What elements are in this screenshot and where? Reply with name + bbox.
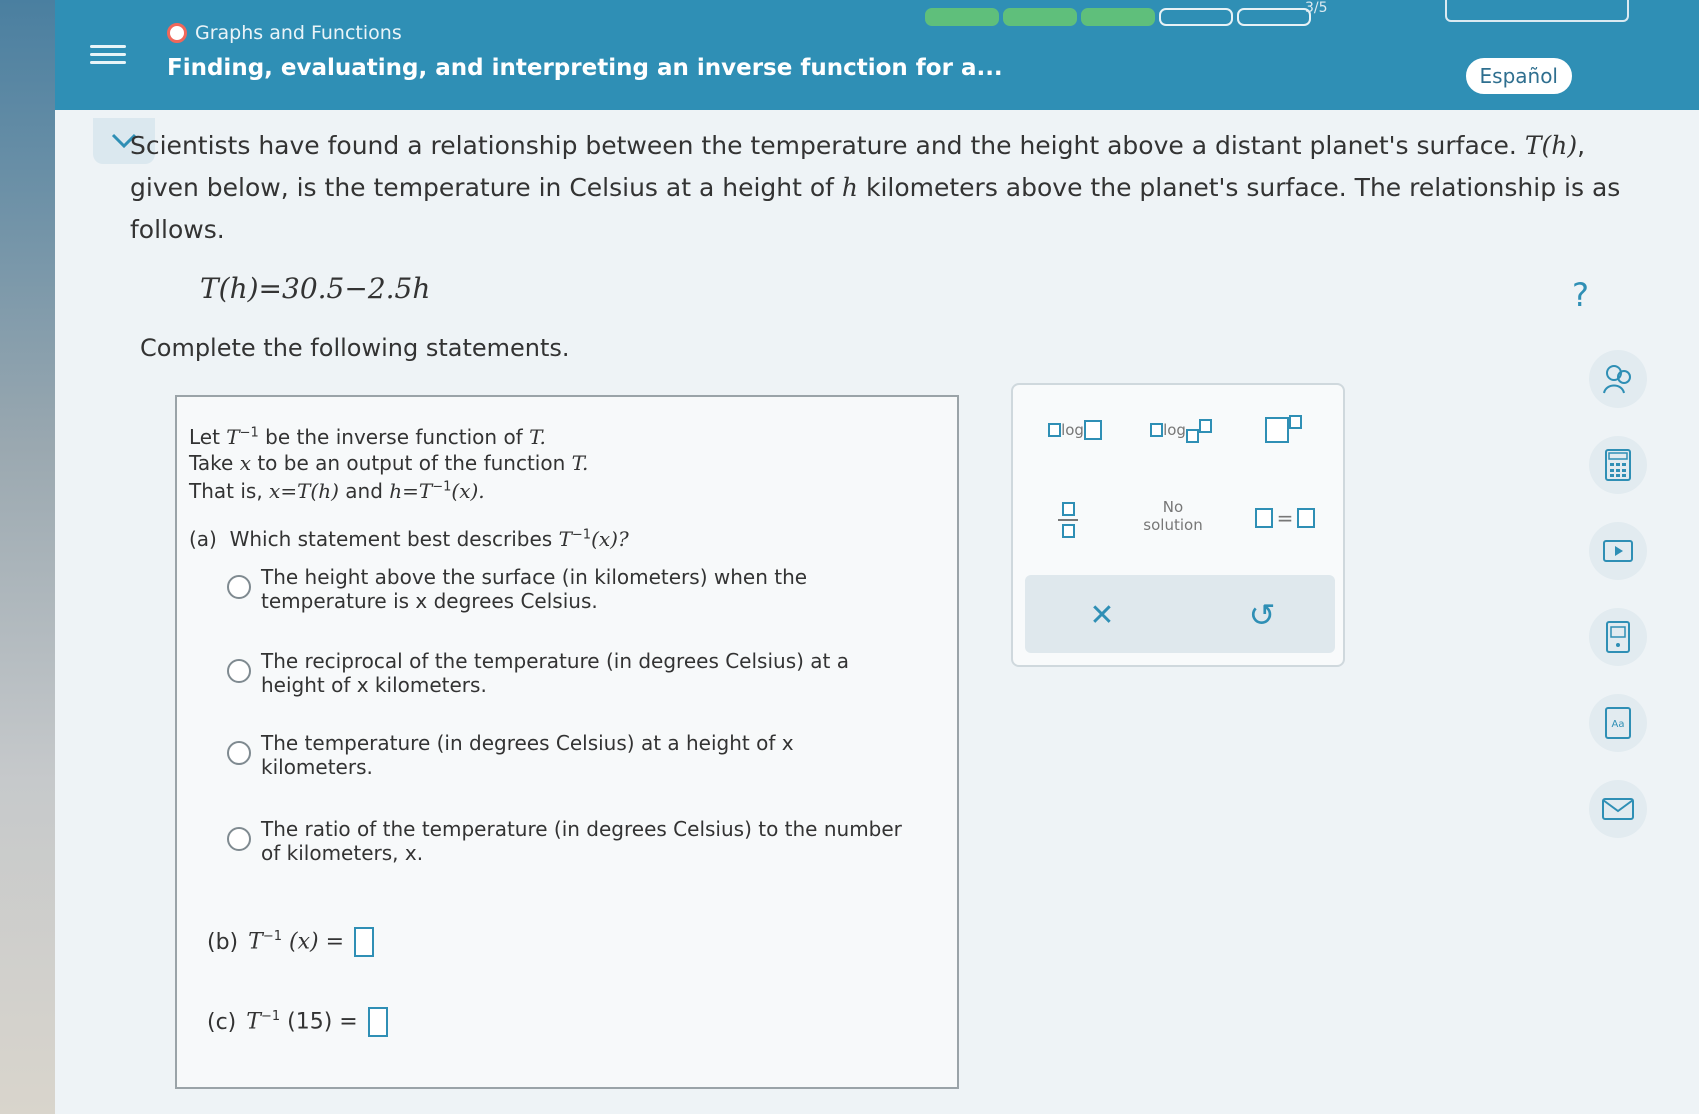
no-solution-label: No bbox=[1162, 498, 1184, 516]
option-reciprocal[interactable]: The reciprocal of the temperature (in de… bbox=[227, 649, 907, 697]
topic-status-icon bbox=[167, 23, 187, 43]
option-label: The ratio of the temperature (in degrees… bbox=[261, 817, 902, 865]
placeholder-box-icon bbox=[1297, 508, 1316, 528]
part-b-expression: T−1 (x) = bbox=[248, 929, 344, 955]
part-c-expression: T−1 (15) = bbox=[246, 1009, 358, 1035]
help-icon[interactable]: ? bbox=[1572, 276, 1589, 314]
envelope-glyph bbox=[1602, 798, 1634, 820]
function-notation: T(h) bbox=[1524, 131, 1578, 160]
message-icon[interactable] bbox=[1589, 780, 1647, 838]
video-glyph bbox=[1603, 540, 1633, 562]
lesson-title: Finding, evaluating, and interpreting an… bbox=[167, 55, 1003, 81]
calculator-glyph bbox=[1605, 449, 1631, 481]
instruction-text: Complete the following statements. bbox=[140, 334, 570, 362]
radio-button[interactable] bbox=[227, 741, 251, 765]
function-equation: T(h)=30.5−2.5h bbox=[200, 272, 431, 305]
side-toolbar: Aa bbox=[1589, 350, 1659, 866]
definition-line-1: Let T−1 be the inverse function of T. bbox=[189, 425, 546, 449]
glossary-icon[interactable]: Aa bbox=[1589, 694, 1647, 752]
part-c: (c) T−1 (15) = bbox=[207, 1007, 388, 1037]
option-ratio[interactable]: The ratio of the temperature (in degrees… bbox=[227, 817, 907, 865]
progress-segment bbox=[1159, 8, 1233, 26]
tutor-glyph bbox=[1603, 365, 1631, 394]
subscript-box-icon bbox=[1185, 429, 1199, 443]
radio-button[interactable] bbox=[227, 659, 251, 683]
topic-title: Graphs and Functions bbox=[195, 22, 402, 44]
part-b: (b) T−1 (x) = bbox=[207, 927, 374, 957]
part-b-label: (b) bbox=[207, 929, 239, 955]
background-edge bbox=[0, 0, 55, 1114]
glossary-glyph: Aa bbox=[1605, 707, 1631, 739]
log-label: log bbox=[1061, 421, 1084, 439]
tutor-icon[interactable] bbox=[1589, 350, 1647, 408]
top-bar: Graphs and Functions Finding, evaluating… bbox=[55, 0, 1699, 110]
definition-line-3: That is, x=T(h) and h=T−1(x). bbox=[189, 479, 485, 503]
placeholder-box-icon bbox=[1254, 508, 1273, 528]
math-palette: log log No solution = ✕ ↺ bbox=[1011, 383, 1345, 667]
denominator-box-icon bbox=[1061, 524, 1075, 538]
calculator-icon[interactable] bbox=[1589, 436, 1647, 494]
option-label: The height above the surface (in kilomet… bbox=[261, 565, 808, 613]
undo-icon[interactable]: ↺ bbox=[1240, 593, 1284, 637]
progress-segment bbox=[1003, 8, 1077, 26]
textbook-glyph bbox=[1606, 621, 1630, 653]
definition-line-2: Take x to be an output of the function T… bbox=[189, 451, 589, 475]
placeholder-box-icon bbox=[1083, 420, 1102, 440]
svg-text:Aa: Aa bbox=[1612, 719, 1625, 730]
part-b-answer-input[interactable] bbox=[354, 927, 374, 957]
progress-segment bbox=[1081, 8, 1155, 26]
radio-button[interactable] bbox=[227, 827, 251, 851]
option-temperature[interactable]: The temperature (in degrees Celsius) at … bbox=[227, 731, 907, 779]
radio-button[interactable] bbox=[227, 575, 251, 599]
exponent-button[interactable] bbox=[1248, 410, 1318, 450]
progress-bar bbox=[925, 8, 1311, 26]
fraction-bar bbox=[1058, 519, 1078, 521]
log-button[interactable]: log bbox=[1035, 415, 1115, 445]
account-box[interactable] bbox=[1445, 0, 1629, 22]
placeholder-box-icon bbox=[1150, 423, 1164, 437]
base-box-icon bbox=[1264, 417, 1289, 443]
log-base-button[interactable]: log bbox=[1141, 415, 1221, 445]
equation-button[interactable]: = bbox=[1245, 500, 1325, 536]
espanol-button[interactable]: Español bbox=[1463, 56, 1574, 96]
placeholder-box-icon bbox=[1048, 423, 1062, 437]
video-icon[interactable] bbox=[1589, 522, 1647, 580]
log-base-label: log bbox=[1163, 421, 1186, 439]
menu-icon[interactable] bbox=[90, 40, 126, 70]
part-a-prompt: (a) Which statement best describes T−1(x… bbox=[189, 527, 629, 551]
option-label: The temperature (in degrees Celsius) at … bbox=[261, 731, 794, 779]
fraction-button[interactable] bbox=[1043, 493, 1093, 547]
topic-row: Graphs and Functions bbox=[167, 22, 402, 44]
problem-text: Scientists have found a relationship bet… bbox=[130, 131, 1525, 160]
question-panel: Let T−1 be the inverse function of T. Ta… bbox=[175, 395, 959, 1089]
option-label: The reciprocal of the temperature (in de… bbox=[261, 649, 849, 697]
progress-segment bbox=[1237, 8, 1311, 26]
no-solution-button[interactable]: No solution bbox=[1123, 489, 1223, 543]
textbook-icon[interactable] bbox=[1589, 608, 1647, 666]
problem-statement: Scientists have found a relationship bet… bbox=[130, 125, 1630, 251]
progress-segment bbox=[925, 8, 999, 26]
clear-icon[interactable]: ✕ bbox=[1080, 593, 1124, 637]
numerator-box-icon bbox=[1061, 502, 1075, 516]
aleks-window: Graphs and Functions Finding, evaluating… bbox=[55, 0, 1699, 1114]
option-height[interactable]: The height above the surface (in kilomet… bbox=[227, 565, 907, 613]
variable-h: h bbox=[841, 173, 859, 202]
part-c-answer-input[interactable] bbox=[367, 1007, 388, 1037]
palette-actions: ✕ ↺ bbox=[1025, 575, 1335, 653]
exponent-box-icon bbox=[1288, 415, 1302, 429]
part-c-label: (c) bbox=[207, 1009, 237, 1035]
placeholder-box-icon bbox=[1198, 419, 1212, 433]
no-solution-label: solution bbox=[1143, 516, 1203, 534]
equals-label: = bbox=[1276, 506, 1294, 530]
progress-count: 3/5 bbox=[1305, 0, 1328, 16]
